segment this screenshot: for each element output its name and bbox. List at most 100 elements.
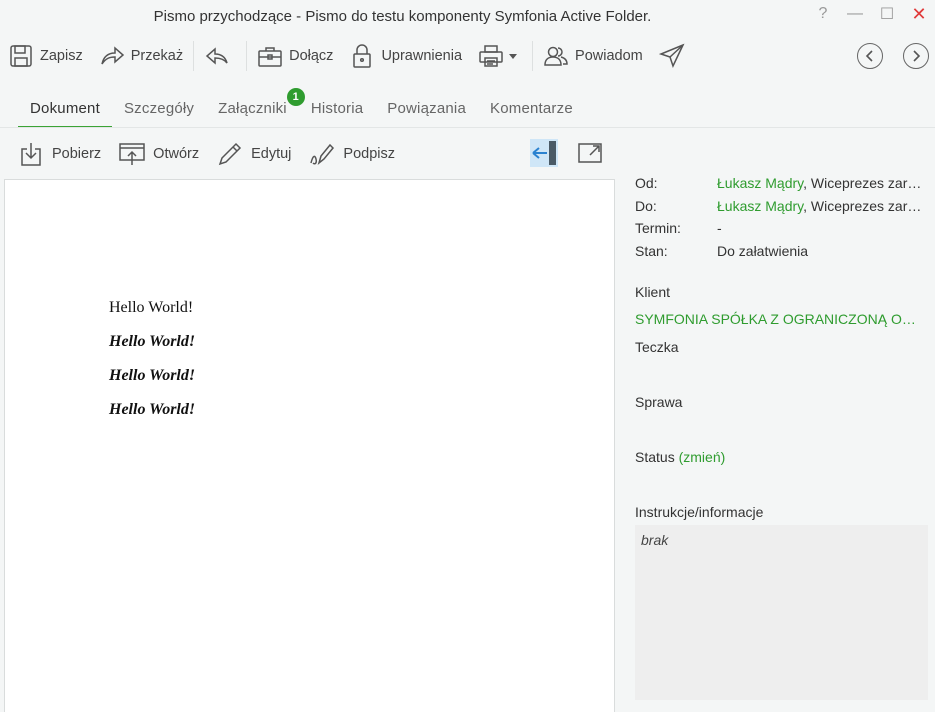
from-value: Łukasz Mądry, Wiceprezes zarządu (717, 175, 927, 191)
chevron-right-icon (913, 50, 921, 62)
to-role: , Wiceprezes zarządu (803, 197, 927, 214)
document-line: Hello World! (109, 299, 194, 316)
tab-label: Szczegóły (123, 99, 195, 117)
document-preview[interactable]: Hello World! Hello World! Hello World! H… (4, 179, 615, 712)
from-label: Od: (635, 175, 658, 192)
expand-icon (578, 143, 602, 163)
sign-label: Podpisz (343, 146, 395, 162)
tab-historia[interactable]: Historia (299, 88, 375, 128)
open-label: Otwórz (153, 146, 200, 162)
attach-button[interactable]: Dołącz (249, 36, 341, 76)
from-row: Od: Łukasz Mądry, Wiceprezes zarządu (635, 172, 930, 195)
permissions-label: Uprawnienia (381, 48, 463, 64)
reply-button[interactable] (196, 36, 244, 76)
document-line: Hello World! (109, 401, 196, 418)
tab-label: Powiązania (387, 99, 466, 117)
maximize-button[interactable]: ☐ (871, 0, 903, 28)
status-label: Status (635, 449, 675, 465)
previous-record-button[interactable] (857, 43, 883, 69)
forward-arrow-icon (100, 46, 124, 65)
sign-button[interactable]: Podpisz (301, 141, 403, 167)
to-person-link[interactable]: Łukasz Mądry (717, 198, 803, 214)
signature-pen-icon (310, 143, 335, 166)
send-button[interactable] (651, 36, 699, 76)
open-window-icon (119, 143, 145, 165)
chevron-left-icon (865, 50, 873, 62)
paper-plane-icon (658, 43, 685, 69)
attach-label: Dołącz (289, 48, 334, 64)
open-button[interactable]: Otwórz (111, 141, 207, 167)
window-title: Pismo przychodzące - Pismo do testu komp… (153, 7, 652, 25)
toolbar-divider (193, 41, 195, 71)
expand-view-button[interactable] (576, 139, 604, 167)
toolbar-divider (246, 41, 248, 71)
forward-button[interactable]: Przekaż (91, 36, 191, 76)
save-label: Zapisz (40, 48, 83, 64)
info-label: Instrukcje/informacje (635, 504, 764, 520)
document-toolbar: Pobierz Otwórz Edytuj Podpisz (10, 136, 405, 172)
tab-szczegoly[interactable]: Szczegóły (112, 88, 206, 128)
chevron-down-icon (509, 54, 518, 59)
to-row: Do: Łukasz Mądry, Wiceprezes zarządu (635, 195, 930, 218)
download-icon (21, 143, 41, 166)
tab-label: Załączniki (218, 99, 287, 117)
client-label: Klient (635, 284, 671, 300)
edit-label: Edytuj (251, 146, 292, 162)
save-button[interactable]: Zapisz (0, 36, 91, 76)
document-line: Hello World! (109, 367, 196, 384)
tab-divider (0, 127, 935, 128)
tab-dokument[interactable]: Dokument (18, 88, 112, 128)
close-button[interactable]: ✕ (903, 0, 935, 28)
collapse-panel-button[interactable] (530, 139, 558, 167)
to-label: Do: (635, 197, 657, 214)
record-navigation (837, 36, 929, 76)
details-panel: Od: Łukasz Mądry, Wiceprezes zarządu Do:… (635, 172, 930, 700)
tab-komentarze[interactable]: Komentarze (478, 88, 585, 128)
to-value: Łukasz Mądry, Wiceprezes zarządu (717, 198, 927, 214)
state-value: Do załatwienia (717, 242, 809, 259)
tab-label: Historia (310, 99, 364, 117)
status-change-link[interactable]: (zmień) (679, 449, 726, 465)
forward-label: Przekaż (130, 48, 184, 64)
client-link[interactable]: SYMFONIA SPÓŁKA Z OGRANICZONĄ ODPOWIEDZI… (635, 311, 925, 327)
window-controls: ? — ☐ ✕ (807, 0, 935, 28)
floppy-disk-icon (10, 45, 32, 67)
state-row: Stan: Do załatwienia (635, 240, 930, 263)
info-value: brak (641, 532, 669, 548)
reply-arrow-icon (205, 47, 228, 65)
printer-icon (479, 45, 503, 67)
from-person-link[interactable]: Łukasz Mądry (717, 175, 803, 191)
permissions-button[interactable]: Uprawnienia (341, 36, 470, 76)
tab-powiazania[interactable]: Powiązania (375, 88, 478, 128)
title-bar: Pismo przychodzące - Pismo do testu komp… (0, 0, 935, 32)
deadline-value: - (717, 220, 722, 237)
deadline-label: Termin: (635, 220, 681, 237)
pencil-icon (218, 142, 242, 166)
briefcase-icon (258, 47, 282, 67)
view-toggle-group (530, 139, 622, 167)
notify-label: Powiadom (575, 48, 643, 64)
next-record-button[interactable] (903, 43, 929, 69)
main-toolbar: Zapisz Przekaż Dołącz Uprawnienia Powiad… (0, 36, 935, 76)
info-box[interactable]: brak (635, 525, 928, 700)
users-icon (544, 46, 568, 66)
case-label: Sprawa (635, 394, 683, 410)
download-button[interactable]: Pobierz (10, 141, 109, 167)
arrow-left-panel-icon (532, 141, 556, 165)
minimize-button[interactable]: — (839, 0, 871, 28)
notify-button[interactable]: Powiadom (535, 36, 651, 76)
edit-button[interactable]: Edytuj (209, 141, 299, 167)
document-line: Hello World! (109, 333, 196, 350)
tab-bar: Dokument Szczegóły Załączniki 1 Historia… (18, 88, 585, 128)
download-label: Pobierz (52, 146, 102, 162)
padlock-icon (353, 44, 372, 68)
help-button[interactable]: ? (807, 0, 839, 28)
tab-zalaczniki[interactable]: Załączniki 1 (206, 88, 305, 128)
tab-label: Komentarze (490, 99, 573, 117)
state-label: Stan: (635, 242, 668, 259)
from-role: , Wiceprezes zarządu (803, 175, 927, 192)
deadline-row: Termin: - (635, 217, 930, 240)
print-button[interactable] (470, 36, 530, 76)
tab-label: Dokument (30, 99, 100, 117)
folder-label: Teczka (635, 339, 679, 355)
